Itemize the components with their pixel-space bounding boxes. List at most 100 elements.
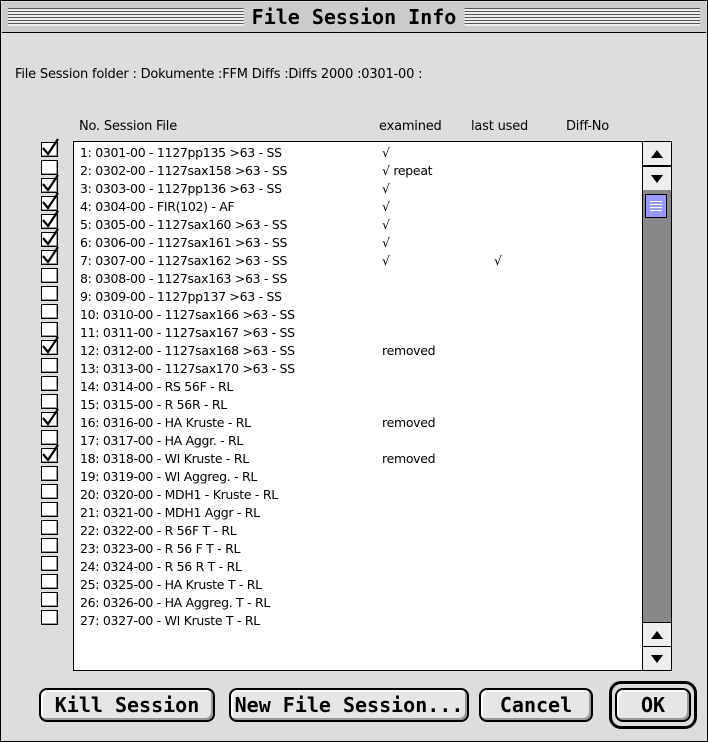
- list-item[interactable]: 6: 0306-00 - 1127sax161 >63 - SS √: [74, 234, 640, 252]
- session-checkbox[interactable]: [41, 268, 58, 283]
- session-name: 14: 0314-00 - RS 56F - RL: [80, 379, 234, 394]
- list-item[interactable]: 9: 0309-00 - 1127pp137 >63 - SS: [74, 288, 640, 306]
- scroll-up-button-bottom[interactable]: [643, 622, 671, 646]
- checkmark-icon: [42, 174, 59, 192]
- session-name: 8: 0308-00 - 1127sax163 >63 - SS: [80, 271, 288, 286]
- session-checkbox[interactable]: [41, 246, 59, 265]
- list-item[interactable]: 1: 0301-00 - 1127pp135 >63 - SS √: [74, 144, 640, 162]
- list-item[interactable]: 4: 0304-00 - FIR(102) - AF √: [74, 198, 640, 216]
- session-name: 15: 0315-00 - R 56R - RL: [80, 397, 227, 412]
- scroll-down-button[interactable]: [643, 166, 671, 190]
- window-title: File Session Info: [243, 4, 465, 30]
- session-checkbox[interactable]: [41, 304, 58, 319]
- ok-button[interactable]: OK: [615, 688, 691, 722]
- list-item[interactable]: 7: 0307-00 - 1127sax162 >63 - SS √ √: [74, 252, 640, 270]
- session-name: 21: 0321-00 - MDH1 Aggr - RL: [80, 505, 260, 520]
- arrow-up-icon: [651, 631, 663, 639]
- session-checkbox[interactable]: [41, 538, 58, 553]
- session-checkbox[interactable]: [41, 336, 59, 355]
- session-name: 10: 0310-00 - 1127sax166 >63 - SS: [80, 307, 295, 322]
- column-header-examined: examined: [379, 119, 442, 134]
- session-name: 23: 0323-00 - R 56 F T - RL: [80, 541, 241, 556]
- session-checkbox[interactable]: [41, 502, 58, 517]
- list-item[interactable]: 19: 0319-00 - WI Aggreg. - RL: [74, 468, 640, 486]
- checkmark-icon: [42, 444, 59, 462]
- session-checkbox[interactable]: [41, 574, 58, 589]
- session-checkbox[interactable]: [41, 138, 59, 157]
- checkmark-icon: [42, 138, 59, 156]
- list-item[interactable]: 20: 0320-00 - MDH1 - Kruste - RL: [74, 486, 640, 504]
- session-name: 20: 0320-00 - MDH1 - Kruste - RL: [80, 487, 278, 502]
- checkmark-icon: [42, 246, 59, 264]
- list-item[interactable]: 13: 0313-00 - 1127sax170 >63 - SS: [74, 360, 640, 378]
- session-name: 24: 0324-00 - R 56 R T - RL: [80, 559, 242, 574]
- session-name: 16: 0316-00 - HA Kruste - RL: [80, 415, 251, 430]
- list-item[interactable]: 14: 0314-00 - RS 56F - RL: [74, 378, 640, 396]
- new-file-session-button[interactable]: New File Session...: [229, 688, 469, 722]
- list-item[interactable]: 17: 0317-00 - HA Aggr. - RL: [74, 432, 640, 450]
- examined-status: removed: [382, 343, 436, 358]
- session-name: 18: 0318-00 - WI Kruste - RL: [80, 451, 249, 466]
- checkmark-icon: [42, 228, 59, 246]
- list-item[interactable]: 10: 0310-00 - 1127sax166 >63 - SS: [74, 306, 640, 324]
- list-item[interactable]: 18: 0318-00 - WI Kruste - RL removed: [74, 450, 640, 468]
- list-item[interactable]: 24: 0324-00 - R 56 R T - RL: [74, 558, 640, 576]
- title-bar[interactable]: File Session Info: [2, 2, 706, 33]
- scroll-thumb-grip-icon: [650, 201, 662, 211]
- examined-status: √: [382, 235, 390, 250]
- session-checkbox[interactable]: [41, 520, 58, 535]
- examined-status: removed: [382, 415, 436, 430]
- scroll-up-button[interactable]: [643, 142, 671, 166]
- session-name: 12: 0312-00 - 1127sax168 >63 - SS: [80, 343, 295, 358]
- session-file-list[interactable]: 1: 0301-00 - 1127pp135 >63 - SS √ 2: 0302-…: [73, 141, 672, 671]
- session-name: 11: 0311-00 - 1127sax167 >63 - SS: [80, 325, 295, 340]
- session-checkbox[interactable]: [41, 556, 58, 571]
- session-checkbox[interactable]: [41, 286, 58, 301]
- list-item[interactable]: 25: 0325-00 - HA Kruste T - RL: [74, 576, 640, 594]
- arrow-down-icon: [651, 175, 663, 183]
- session-checkbox[interactable]: [41, 358, 58, 373]
- list-item[interactable]: 11: 0311-00 - 1127sax167 >63 - SS: [74, 324, 640, 342]
- session-name: 6: 0306-00 - 1127sax161 >63 - SS: [80, 235, 288, 250]
- examined-status: √ repeat: [382, 163, 433, 178]
- last-used-status: √: [494, 253, 502, 268]
- list-item[interactable]: 26: 0326-00 - HA Aggreg. T - RL: [74, 594, 640, 612]
- list-item[interactable]: 8: 0308-00 - 1127sax163 >63 - SS: [74, 270, 640, 288]
- column-header-session-file: No. Session File: [79, 119, 178, 134]
- examined-status: removed: [382, 451, 436, 466]
- list-item[interactable]: 16: 0316-00 - HA Kruste - RL removed: [74, 414, 640, 432]
- vertical-scrollbar[interactable]: [642, 142, 671, 670]
- session-checkbox[interactable]: [41, 610, 58, 625]
- session-checkbox-column: [41, 138, 61, 628]
- scroll-down-button-bottom[interactable]: [643, 646, 671, 670]
- session-name: 2: 0302-00 - 1127sax158 >63 - SS: [80, 163, 288, 178]
- cancel-button[interactable]: Cancel: [479, 688, 593, 722]
- checkmark-icon: [42, 408, 59, 426]
- list-item[interactable]: 5: 0305-00 - 1127sax160 >63 - SS √: [74, 216, 640, 234]
- session-checkbox[interactable]: [41, 444, 59, 463]
- kill-session-button[interactable]: Kill Session: [39, 688, 215, 722]
- column-header-last-used: last used: [471, 119, 529, 134]
- session-checkbox[interactable]: [41, 484, 58, 499]
- session-name: 3: 0303-00 - 1127pp136 >63 - SS: [80, 181, 282, 196]
- session-checkbox[interactable]: [41, 466, 58, 481]
- examined-status: √: [382, 199, 390, 214]
- list-item[interactable]: 27: 0327-00 - WI Kruste T - RL: [74, 612, 640, 630]
- scroll-thumb[interactable]: [645, 194, 667, 218]
- list-item[interactable]: 12: 0312-00 - 1127sax168 >63 - SS removed: [74, 342, 640, 360]
- session-checkbox[interactable]: [41, 592, 58, 607]
- arrow-down-icon: [651, 655, 663, 663]
- checkmark-icon: [42, 192, 59, 210]
- list-item[interactable]: 21: 0321-00 - MDH1 Aggr - RL: [74, 504, 640, 522]
- list-item[interactable]: 3: 0303-00 - 1127pp136 >63 - SS √: [74, 180, 640, 198]
- session-checkbox[interactable]: [41, 408, 59, 427]
- list-item[interactable]: 23: 0323-00 - R 56 F T - RL: [74, 540, 640, 558]
- session-name: 27: 0327-00 - WI Kruste T - RL: [80, 613, 260, 628]
- session-checkbox[interactable]: [41, 376, 58, 391]
- list-item[interactable]: 2: 0302-00 - 1127sax158 >63 - SS √ repeat: [74, 162, 640, 180]
- list-item[interactable]: 22: 0322-00 - R 56F T - RL: [74, 522, 640, 540]
- session-folder-path: File Session folder : Dokumente :FFM Dif…: [15, 67, 423, 82]
- list-item[interactable]: 15: 0315-00 - R 56R - RL: [74, 396, 640, 414]
- examined-status: √: [382, 253, 390, 268]
- session-name: 22: 0322-00 - R 56F T - RL: [80, 523, 237, 538]
